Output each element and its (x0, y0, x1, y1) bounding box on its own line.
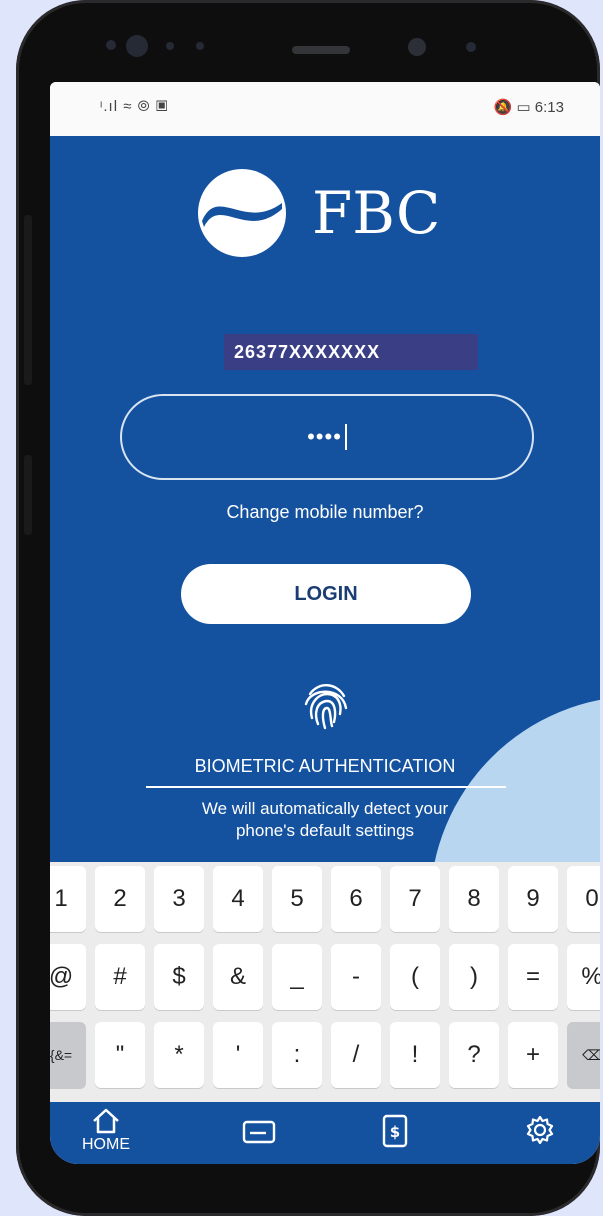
divider (146, 786, 506, 788)
sensor-dot (196, 42, 204, 50)
keyboard-key[interactable]: - (331, 944, 381, 1010)
keyboard-key[interactable]: 7 (390, 866, 440, 932)
biometric-subtitle: We will automatically detect your phone'… (50, 798, 600, 842)
change-mobile-number-link[interactable]: Change mobile number? (50, 502, 600, 523)
volume-button (24, 215, 32, 385)
status-bar: ᶦ.ıl ≈ ⦾ ▣ 🔕 ▭ 6:13 (50, 82, 600, 136)
keyboard-key[interactable]: " (95, 1022, 145, 1088)
keyboard-key[interactable]: @ (50, 944, 86, 1010)
keyboard-key[interactable]: = (508, 944, 558, 1010)
keyboard-key[interactable]: ! (390, 1022, 440, 1088)
keyboard-key[interactable]: * (154, 1022, 204, 1088)
pin-masked-value: •••• (307, 424, 342, 449)
keyboard-key[interactable]: _ (272, 944, 322, 1010)
keyboard-key[interactable]: % (567, 944, 600, 1010)
sensor-dot (166, 42, 174, 50)
pin-input[interactable]: •••• (120, 394, 534, 480)
front-camera (408, 38, 426, 56)
gear-icon (526, 1115, 554, 1145)
mobile-dollar-icon: $ (382, 1114, 408, 1148)
bixby-button (24, 455, 32, 535)
biometric-title: BIOMETRIC AUTHENTICATION (194, 756, 456, 776)
fbc-swirl-icon (198, 169, 286, 257)
keyboard-key[interactable]: ? (449, 1022, 499, 1088)
sensor-dot (106, 40, 116, 50)
iris-sensor (126, 35, 148, 57)
screen: ᶦ.ıl ≈ ⦾ ▣ 🔕 ▭ 6:13 FBC 26377XXXXXXX •••… (50, 82, 600, 1164)
keyboard-key[interactable]: 0 (567, 866, 600, 932)
phone-number-display: 26377XXXXXXX (224, 334, 478, 370)
backspace-key[interactable]: ⌫ (567, 1022, 600, 1088)
keyboard-key[interactable]: : (272, 1022, 322, 1088)
keyboard-key[interactable]: 9 (508, 866, 558, 932)
keyboard-key[interactable]: & (213, 944, 263, 1010)
keyboard-key[interactable]: ) (449, 944, 499, 1010)
text-cursor (344, 424, 347, 450)
keyboard-key[interactable]: 2 (95, 866, 145, 932)
fbc-logo: FBC (194, 168, 440, 258)
fingerprint-icon[interactable] (296, 674, 356, 734)
symbols-toggle-key[interactable]: {&= (50, 1022, 86, 1088)
logo-text: FBC (312, 179, 441, 247)
keyboard-key[interactable]: 5 (272, 866, 322, 932)
nav-home[interactable]: HOME (82, 1108, 130, 1154)
earpiece-speaker (292, 46, 350, 54)
numeric-keyboard: 1234567890 @#$&_-()=% {&="*':/!?+⌫ (50, 862, 600, 1102)
subtitle-line: We will automatically detect your (201, 799, 449, 818)
sensor-dot (466, 42, 476, 52)
svg-text:$: $ (390, 1123, 400, 1141)
keyboard-key[interactable]: 1 (50, 866, 86, 932)
keyboard-key[interactable]: $ (154, 944, 204, 1010)
subtitle-line: phone's default settings (235, 821, 415, 840)
status-icons-right: 🔕 ▭ 6:13 (493, 99, 564, 116)
nav-cards[interactable] (242, 1120, 276, 1144)
card-icon (242, 1120, 276, 1144)
keyboard-key[interactable]: / (331, 1022, 381, 1088)
nav-home-label: HOME (82, 1136, 130, 1153)
login-panel: FBC 26377XXXXXXX •••• Change mobile numb… (50, 136, 600, 862)
keyboard-key[interactable]: ' (213, 1022, 263, 1088)
nav-settings[interactable] (524, 1114, 556, 1146)
keyboard-key[interactable]: 4 (213, 866, 263, 932)
keyboard-key[interactable]: 6 (331, 866, 381, 932)
home-icon (93, 1108, 119, 1134)
nav-mobile-money[interactable]: $ (382, 1114, 408, 1148)
keyboard-key[interactable]: # (95, 944, 145, 1010)
keyboard-key[interactable]: 8 (449, 866, 499, 932)
keyboard-key[interactable]: + (508, 1022, 558, 1088)
phone-frame: ᶦ.ıl ≈ ⦾ ▣ 🔕 ▭ 6:13 FBC 26377XXXXXXX •••… (16, 0, 600, 1216)
bottom-navigation: HOME $ (50, 1102, 600, 1164)
keyboard-key[interactable]: 3 (154, 866, 204, 932)
login-button[interactable]: LOGIN (181, 564, 471, 624)
keyboard-key[interactable]: ( (390, 944, 440, 1010)
status-icons-left: ᶦ.ıl ≈ ⦾ ▣ (100, 98, 169, 115)
